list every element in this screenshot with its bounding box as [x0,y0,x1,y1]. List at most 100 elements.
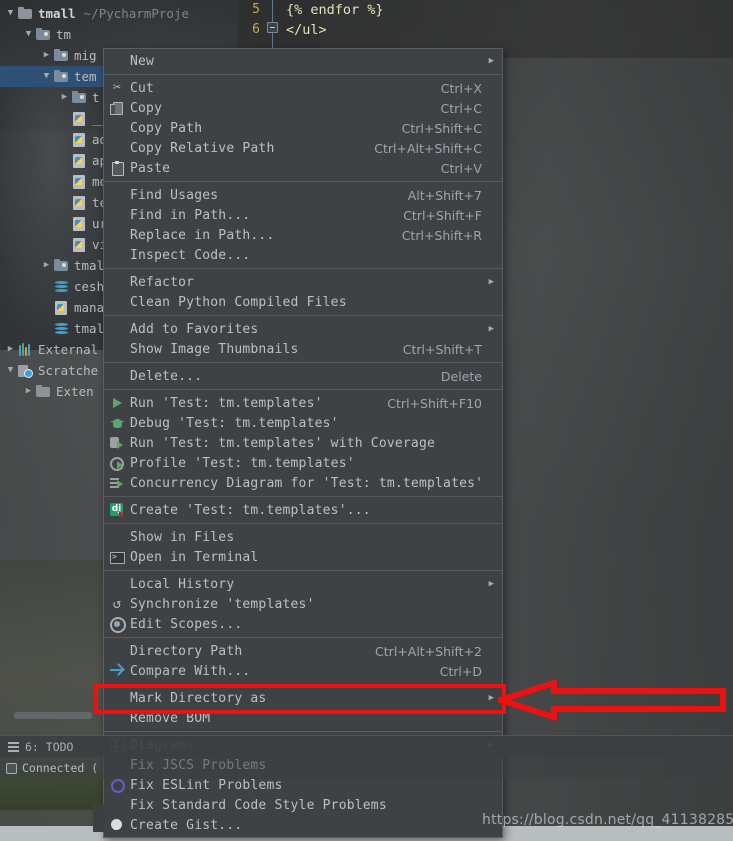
tree-item-label: t [92,90,100,105]
python-file-icon [71,174,88,189]
menu-item-label: Show in Files [130,529,235,545]
context-menu-item[interactable]: Copy Ctrl+C [104,98,502,118]
menu-separator [104,74,502,75]
menu-item-icon-slot [104,294,130,310]
context-menu-item[interactable]: Refactor ▶ [104,272,502,292]
context-menu-item[interactable]: Show Image Thumbnails Ctrl+Shift+T [104,339,502,359]
context-menu-item[interactable]: Replace in Path... Ctrl+Shift+R [104,225,502,245]
context-menu-item[interactable]: Copy Relative Path Ctrl+Alt+Shift+C [104,138,502,158]
context-menu-item[interactable]: Compare With... Ctrl+D [104,661,502,681]
context-menu-item[interactable]: Profile 'Test: tm.templates' [104,453,502,473]
menu-item-icon-slot [104,455,130,471]
context-menu-item[interactable]: Directory Path Ctrl+Alt+Shift+2 [104,641,502,661]
menu-item-label: Replace in Path... [130,227,275,243]
context-menu-item[interactable]: Run 'Test: tm.templates' with Coverage [104,433,502,453]
menu-item-shortcut: Ctrl+Alt+Shift+2 [375,643,482,659]
code-line: {% endfor %} [286,2,384,18]
context-menu-item[interactable]: Clean Python Compiled Files [104,292,502,312]
tool-window-bar[interactable]: 6: TODO [0,735,733,757]
context-menu-item[interactable]: Add to Favorites ▶ [104,319,502,339]
chevron-down-icon[interactable]: ▼ [22,30,35,39]
paste-icon [110,161,124,176]
tree-row[interactable]: ▼ tmall ~/PycharmProje [0,3,300,24]
context-menu-item[interactable]: Remove BOM [104,708,502,728]
status-bar: Connected ( [0,757,733,779]
menu-item-shortcut: Ctrl+V [440,160,482,176]
context-menu-item[interactable]: Find in Path... Ctrl+Shift+F [104,205,502,225]
menu-item-icon-slot [104,227,130,243]
context-menu-item[interactable]: Show in Files [104,527,502,547]
context-menu-item[interactable]: Inspect Code... [104,245,502,265]
context-menu-item[interactable]: Run 'Test: tm.templates' Ctrl+Shift+F10 [104,393,502,413]
menu-item-icon-slot [104,274,130,290]
menu-item-label: Synchronize 'templates' [130,596,315,612]
menu-item-icon-slot: ✂ [104,80,130,96]
project-horizontal-scrollbar[interactable] [14,712,92,719]
menu-item-label: Profile 'Test: tm.templates' [130,455,355,471]
menu-separator [104,315,502,316]
context-menu-item[interactable]: Create Gist... [104,815,502,835]
menu-item-label: Inspect Code... [130,247,251,263]
todo-tool-button[interactable]: 6: TODO [0,740,81,754]
chevron-right-icon[interactable]: ▶ [22,387,35,396]
scopes-icon [110,617,126,633]
context-menu-item[interactable]: Copy Path Ctrl+Shift+C [104,118,502,138]
context-menu-item[interactable]: ✂ Cut Ctrl+X [104,78,502,98]
menu-separator [104,684,502,685]
context-menu-item[interactable]: Open in Terminal [104,547,502,567]
context-menu-item[interactable]: Mark Directory as ▶ [104,688,502,708]
tree-item-label: External [38,342,99,357]
context-menu-item[interactable]: Edit Scopes... [104,614,502,634]
context-menu-item[interactable]: New ▶ [104,51,502,71]
python-file-icon [71,132,88,147]
menu-item-label: Local History [130,576,235,592]
menu-item-icon-slot: ↺ [104,596,130,612]
concurrency-icon [110,476,124,490]
chevron-down-icon[interactable]: ▼ [4,9,17,18]
menu-item-shortcut: Alt+Shift+7 [407,187,482,203]
context-menu-item[interactable]: Local History ▶ [104,574,502,594]
run-icon [110,396,124,410]
context-menu-item[interactable]: Debug 'Test: tm.templates' [104,413,502,433]
menu-item-label: Delete... [130,368,203,384]
menu-item-icon-slot [104,643,130,659]
tree-row[interactable]: ▼ tm [0,24,300,45]
context-menu-item[interactable]: Delete... Delete [104,366,502,386]
menu-item-label: Copy Relative Path [130,140,275,156]
menu-item-label: Mark Directory as [130,690,267,706]
context-menu-item[interactable]: Find Usages Alt+Shift+7 [104,185,502,205]
chevron-down-icon[interactable]: ▼ [40,72,53,81]
tree-item-label: tem [74,69,97,84]
chevron-down-icon[interactable]: ▼ [4,366,17,375]
context-menu-item[interactable]: Create 'Test: tm.templates'... [104,500,502,520]
cut-icon: ✂ [113,80,121,95]
source-folder-icon [53,69,70,84]
chevron-right-icon[interactable]: ▶ [58,93,71,102]
pycharm-window: 56 {% endfor %} </ul> ▼ tmall ~/PycharmProj… [0,0,733,841]
menu-item-icon-slot [104,616,130,633]
menu-item-label: Concurrency Diagram for 'Test: tm.templa… [130,475,484,491]
context-menu-item[interactable]: ↺ Synchronize 'templates' [104,594,502,614]
todo-label: 6: TODO [25,739,74,754]
context-menu-item[interactable]: Paste Ctrl+V [104,158,502,178]
context-menu-item[interactable]: Concurrency Diagram for 'Test: tm.templa… [104,473,502,493]
chevron-right-icon[interactable]: ▶ [40,51,53,60]
menu-item-icon-slot [104,690,130,706]
menu-item-label: Add to Favorites [130,321,259,337]
python-file-icon [71,111,88,126]
chevron-right-icon[interactable]: ▶ [4,345,17,354]
menu-item-icon-slot [104,247,130,263]
context-menu-item[interactable]: Fix Standard Code Style Problems [104,795,502,815]
submenu-arrow-icon: ▶ [488,693,494,703]
project-path-label: ~/PycharmProje [83,6,189,21]
context-menu[interactable]: New ▶ ✂ Cut Ctrl+X Copy Ctrl+C Copy Path Ctrl+Sh… [103,48,503,838]
debug-icon [110,416,124,430]
connection-icon [6,762,17,774]
menu-item-icon-slot [104,207,130,223]
menu-item-icon-slot [104,100,130,116]
menu-separator [104,570,502,571]
status-text: Connected ( [22,761,99,775]
menu-item-label: Edit Scopes... [130,616,243,632]
chevron-right-icon[interactable]: ▶ [40,261,53,270]
menu-separator [104,496,502,497]
